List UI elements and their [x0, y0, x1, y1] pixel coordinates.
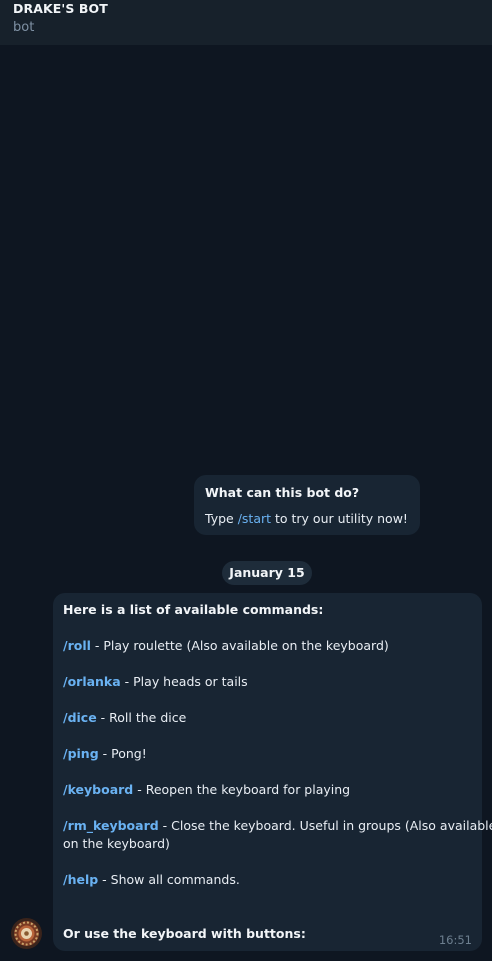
command-line: /orlanka - Play heads or tails	[63, 673, 248, 691]
command-link-rm-keyboard[interactable]: /rm_keyboard	[63, 818, 159, 833]
command-link-dice[interactable]: /dice	[63, 710, 97, 725]
start-command-link[interactable]: /start	[238, 511, 271, 526]
message-footer-text: Or use the keyboard with buttons:	[63, 926, 306, 941]
command-desc: - Roll the dice	[96, 710, 187, 725]
bot-info-text: Type /start to try our utility now!	[205, 511, 409, 527]
chat-subtitle: bot	[13, 20, 35, 35]
roulette-wheel-avatar-icon[interactable]	[11, 918, 42, 949]
command-desc: - Close the keyboard. Useful in groups (…	[158, 818, 492, 833]
command-desc: - Play heads or tails	[120, 674, 248, 689]
chat-header[interactable]: DRAKE'S BOT bot	[0, 0, 492, 45]
command-desc-continued: on the keyboard)	[63, 836, 170, 851]
command-link-keyboard[interactable]: /keyboard	[63, 782, 133, 797]
command-desc: - Pong!	[98, 746, 147, 761]
command-line: /roll - Play roulette (Also available on…	[63, 637, 389, 655]
command-line: /rm_keyboard - Close the keyboard. Usefu…	[63, 817, 492, 835]
command-desc: - Reopen the keyboard for playing	[133, 782, 351, 797]
bot-info-title: What can this bot do?	[205, 485, 360, 500]
bot-info-text-after: to try our utility now!	[271, 511, 408, 526]
command-link-orlanka[interactable]: /orlanka	[63, 674, 121, 689]
command-line: /ping - Pong!	[63, 745, 147, 763]
message-heading: Here is a list of available commands:	[63, 601, 323, 619]
command-desc: - Play roulette (Also available on the k…	[90, 638, 389, 653]
command-line: /help - Show all commands.	[63, 871, 240, 889]
bot-info-card: What can this bot do? Type /start to try…	[194, 475, 420, 535]
roulette-wheel-icon	[11, 918, 42, 949]
command-link-roll[interactable]: /roll	[63, 638, 91, 653]
bot-info-text-before: Type	[205, 511, 238, 526]
bot-message: Here is a list of available commands: /r…	[53, 593, 492, 951]
message-heading-text: Here is a list of available commands:	[63, 602, 324, 617]
command-line: /dice - Roll the dice	[63, 709, 186, 727]
date-separator: January 15	[222, 561, 312, 585]
command-line: /keyboard - Reopen the keyboard for play…	[63, 781, 350, 799]
message-footer: Or use the keyboard with buttons:	[63, 925, 306, 943]
command-desc: - Show all commands.	[98, 872, 240, 887]
message-time: 16:51	[438, 933, 472, 947]
command-link-ping[interactable]: /ping	[63, 746, 99, 761]
chat-title[interactable]: DRAKE'S BOT	[13, 1, 108, 16]
command-link-help[interactable]: /help	[63, 872, 98, 887]
